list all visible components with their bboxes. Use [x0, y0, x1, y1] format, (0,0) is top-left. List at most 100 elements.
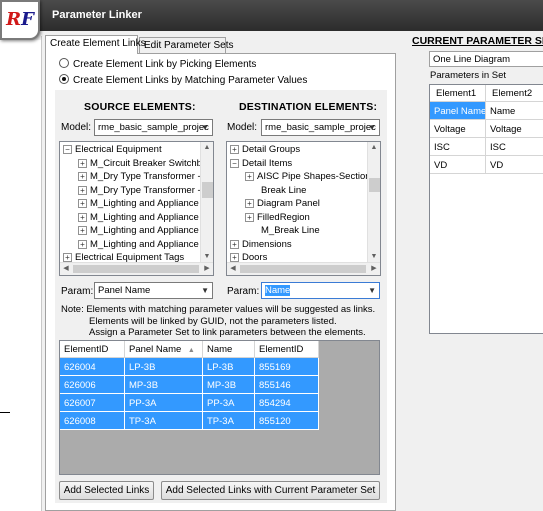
- tree-item[interactable]: + M_Lighting and Appliance: [78, 211, 199, 225]
- tree-item-label: AISC Pipe Shapes-Section: [257, 171, 371, 182]
- column-header[interactable]: ElementID: [60, 341, 125, 358]
- mode-pick-option[interactable]: Create Element Link by Picking Elements: [59, 58, 256, 70]
- column-header[interactable]: Element2: [486, 85, 543, 102]
- destination-model-select[interactable]: rme_basic_sample_projec ▼: [261, 119, 380, 136]
- tree-item[interactable]: Break Line: [261, 184, 306, 198]
- tree-item[interactable]: + M_Dry Type Transformer -: [78, 170, 201, 184]
- scroll-left-icon[interactable]: ◀: [60, 263, 72, 275]
- expand-icon[interactable]: +: [78, 158, 87, 168]
- table-cell[interactable]: VD: [486, 156, 543, 174]
- tree-item[interactable]: + M_Lighting and Appliance: [78, 224, 199, 238]
- vertical-scrollbar[interactable]: ▲ ▼: [200, 142, 213, 263]
- tab-edit-parameter-sets[interactable]: Edit Parameter Sets: [139, 37, 233, 53]
- tab-create-element-links[interactable]: Create Element Links: [45, 35, 146, 54]
- scroll-thumb[interactable]: [240, 265, 366, 273]
- source-param-select[interactable]: Panel Name ▼: [94, 282, 213, 299]
- expand-icon[interactable]: +: [230, 239, 239, 249]
- tree-item-label: M_Lighting and Appliance: [90, 211, 199, 223]
- table-cell[interactable]: PP-3A: [125, 394, 203, 412]
- expand-icon[interactable]: +: [230, 253, 239, 262]
- table-cell[interactable]: LP-3B: [125, 358, 203, 376]
- mode-match-option[interactable]: Create Element Links by Matching Paramet…: [59, 74, 307, 86]
- collapse-icon[interactable]: −: [63, 145, 72, 154]
- scroll-left-icon[interactable]: ◀: [227, 263, 239, 275]
- column-header[interactable]: Name: [203, 341, 255, 358]
- expand-icon[interactable]: +: [245, 212, 254, 222]
- table-cell[interactable]: TP-3A: [203, 412, 255, 430]
- column-header[interactable]: ElementID: [255, 341, 319, 358]
- expand-icon[interactable]: +: [78, 212, 87, 222]
- vertical-scrollbar[interactable]: ▲ ▼: [367, 142, 380, 263]
- rf-logo-icon[interactable]: RF: [0, 0, 40, 40]
- table-cell[interactable]: TP-3A: [125, 412, 203, 430]
- parameter-set-select[interactable]: One Line Diagram: [429, 51, 543, 67]
- tree-item[interactable]: + Diagram Panel: [245, 197, 320, 211]
- table-cell[interactable]: 855169: [255, 358, 319, 376]
- expand-icon[interactable]: +: [78, 199, 87, 208]
- source-model-select[interactable]: rme_basic_sample_projec ▼: [94, 119, 213, 136]
- tree-item[interactable]: + Detail Groups: [230, 143, 300, 157]
- tree-item[interactable]: + M_Dry Type Transformer -: [78, 184, 201, 198]
- radio-button[interactable]: [59, 58, 69, 68]
- mode-pick-label: Create Element Link by Picking Elements: [73, 59, 257, 70]
- table-cell[interactable]: ISC: [486, 138, 543, 156]
- table-cell[interactable]: MP-3B: [125, 376, 203, 394]
- expand-icon[interactable]: +: [245, 199, 254, 208]
- table-cell[interactable]: ISC: [430, 138, 486, 156]
- source-heading: SOURCE ELEMENTS:: [84, 101, 196, 113]
- scroll-up-icon[interactable]: ▲: [368, 142, 380, 154]
- tree-item-label: M_Dry Type Transformer -: [90, 171, 201, 182]
- destination-tree[interactable]: + Detail Groups − Detail Items + AISC Pipe …: [226, 141, 381, 276]
- horizontal-scrollbar[interactable]: ◀ ▶: [60, 262, 213, 275]
- expand-icon[interactable]: +: [63, 253, 72, 262]
- column-header[interactable]: Element1: [430, 85, 486, 102]
- expand-icon[interactable]: +: [78, 185, 87, 195]
- table-cell[interactable]: 626006: [60, 376, 125, 394]
- tree-item[interactable]: + Dimensions: [230, 238, 292, 252]
- column-header-sorted[interactable]: Panel Name ▲: [125, 341, 203, 358]
- tree-item[interactable]: + M_Lighting and Appliance: [78, 238, 199, 252]
- expand-icon[interactable]: +: [245, 172, 254, 181]
- add-selected-links-button[interactable]: Add Selected Links: [59, 481, 154, 500]
- table-cell[interactable]: 626007: [60, 394, 125, 412]
- expand-icon[interactable]: +: [230, 145, 239, 154]
- radio-button-selected[interactable]: [59, 74, 69, 84]
- tree-item[interactable]: − Detail Items: [230, 157, 292, 171]
- expand-icon[interactable]: +: [78, 239, 87, 249]
- tree-item[interactable]: − Electrical Equipment: [63, 143, 162, 157]
- table-cell[interactable]: VD: [430, 156, 486, 174]
- table-cell[interactable]: PP-3A: [203, 394, 255, 412]
- tree-item[interactable]: + M_Circuit Breaker Switchb: [78, 157, 202, 171]
- destination-param-select[interactable]: Name ▼: [261, 282, 380, 299]
- source-tree[interactable]: − Electrical Equipment + M_Circuit Breaker…: [59, 141, 214, 276]
- table-cell[interactable]: 626008: [60, 412, 125, 430]
- scroll-right-icon[interactable]: ▶: [201, 263, 213, 275]
- table-cell[interactable]: 854294: [255, 394, 319, 412]
- scroll-thumb[interactable]: [369, 178, 380, 192]
- expand-icon[interactable]: +: [78, 172, 87, 181]
- expand-icon[interactable]: +: [78, 226, 87, 235]
- table-cell[interactable]: 855120: [255, 412, 319, 430]
- table-cell[interactable]: Voltage: [430, 120, 486, 138]
- table-cell[interactable]: 626004: [60, 358, 125, 376]
- scroll-thumb[interactable]: [202, 182, 213, 198]
- tree-item[interactable]: + M_Lighting and Appliance: [78, 197, 199, 211]
- table-cell[interactable]: Voltage: [486, 120, 543, 138]
- add-links-with-parameter-set-button[interactable]: Add Selected Links with Current Paramete…: [161, 481, 380, 500]
- tree-item[interactable]: M_Break Line: [261, 224, 320, 238]
- table-cell[interactable]: Name: [486, 102, 543, 120]
- table-cell[interactable]: Panel Name: [430, 102, 486, 120]
- collapse-icon[interactable]: −: [230, 158, 239, 168]
- divider: [41, 36, 42, 511]
- tree-item[interactable]: + AISC Pipe Shapes-Section: [245, 170, 371, 184]
- suggested-links-table[interactable]: ElementID Panel Name ▲ Name ElementID 62…: [59, 340, 380, 475]
- scroll-up-icon[interactable]: ▲: [201, 142, 213, 154]
- scroll-right-icon[interactable]: ▶: [368, 263, 380, 275]
- parameters-in-set-table[interactable]: Element1 Element2 Panel Name Name Voltag…: [429, 84, 543, 334]
- tree-item[interactable]: + FilledRegion: [245, 211, 310, 225]
- table-cell[interactable]: 855146: [255, 376, 319, 394]
- scroll-thumb[interactable]: [73, 265, 199, 273]
- horizontal-scrollbar[interactable]: ◀ ▶: [227, 262, 380, 275]
- table-cell[interactable]: MP-3B: [203, 376, 255, 394]
- table-cell[interactable]: LP-3B: [203, 358, 255, 376]
